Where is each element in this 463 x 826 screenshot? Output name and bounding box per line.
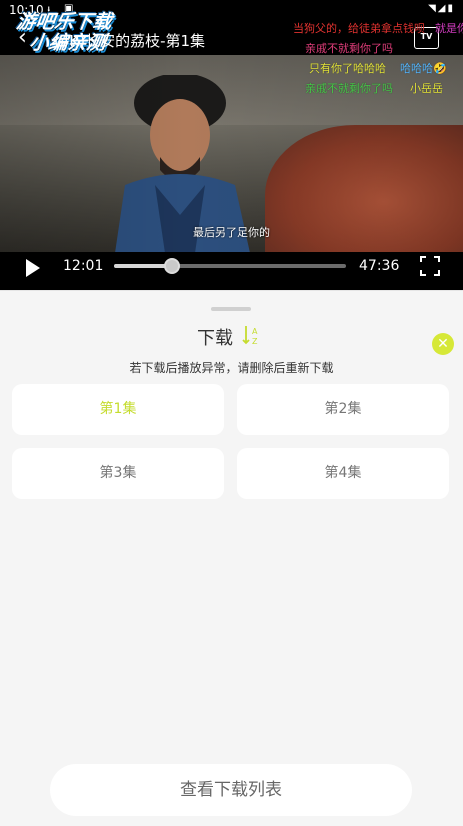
episode-4-button[interactable]: 第4集 bbox=[237, 448, 449, 499]
svg-text:Z: Z bbox=[252, 337, 258, 346]
duration-time: 47:36 bbox=[359, 258, 400, 274]
fullscreen-icon[interactable] bbox=[420, 256, 440, 276]
danmaku-comment: 亲戚不就剩你了吗 bbox=[305, 82, 393, 95]
episode-2-button[interactable]: 第2集 bbox=[237, 384, 449, 435]
player-controls: 12:01 47:36 bbox=[0, 252, 463, 290]
sort-az-icon[interactable]: A Z bbox=[241, 324, 263, 346]
episode-1-button[interactable]: 第1集 bbox=[12, 384, 224, 435]
download-panel: 下载 A Z ✕ 若下载后播放异常，请删除后重新下载 第1集 第2集 第3集 第… bbox=[0, 290, 463, 826]
video-subtitle: 最后另了足你的 bbox=[193, 226, 270, 239]
back-arrow-icon[interactable]: ‹ bbox=[18, 27, 38, 49]
seek-bar[interactable] bbox=[114, 258, 346, 274]
screen: 10:10 ⭳ ▣ ◥◢▮ 游吧乐下载 小编亲测 ‹ (4K)长安的荔枝-第1集… bbox=[0, 0, 463, 826]
video-player[interactable]: 10:10 ⭳ ▣ ◥◢▮ 游吧乐下载 小编亲测 ‹ (4K)长安的荔枝-第1集… bbox=[0, 0, 463, 290]
seek-handle[interactable] bbox=[164, 258, 180, 274]
play-icon[interactable] bbox=[24, 257, 42, 279]
view-download-list-button[interactable]: 查看下载列表 bbox=[50, 764, 412, 816]
battery-icon: ▮ bbox=[447, 3, 455, 14]
panel-title: 下载 bbox=[197, 328, 233, 349]
drag-handle[interactable] bbox=[211, 307, 251, 311]
close-icon[interactable]: ✕ bbox=[432, 333, 454, 355]
danmaku-comment: 就是你 bbox=[435, 22, 463, 35]
svg-text:A: A bbox=[252, 327, 258, 336]
danmaku-comment: 小岳岳 bbox=[410, 82, 443, 95]
current-time: 12:01 bbox=[63, 258, 104, 274]
wifi-icon: ◥ bbox=[428, 3, 438, 14]
danmaku-comment: 亲戚不就剩你了吗 bbox=[305, 42, 393, 55]
danmaku-comment: 当狗父的，给徒弟拿点钱呗 bbox=[293, 22, 425, 35]
danmaku-comment: 哈哈哈🤣 bbox=[400, 62, 447, 75]
danmaku-comment: 只有你了哈哈哈 bbox=[309, 62, 386, 75]
video-title: (4K)长安的荔枝-第1集 bbox=[54, 32, 206, 50]
episode-3-button[interactable]: 第3集 bbox=[12, 448, 224, 499]
download-notice: 若下载后播放异常，请删除后重新下载 bbox=[129, 361, 334, 375]
